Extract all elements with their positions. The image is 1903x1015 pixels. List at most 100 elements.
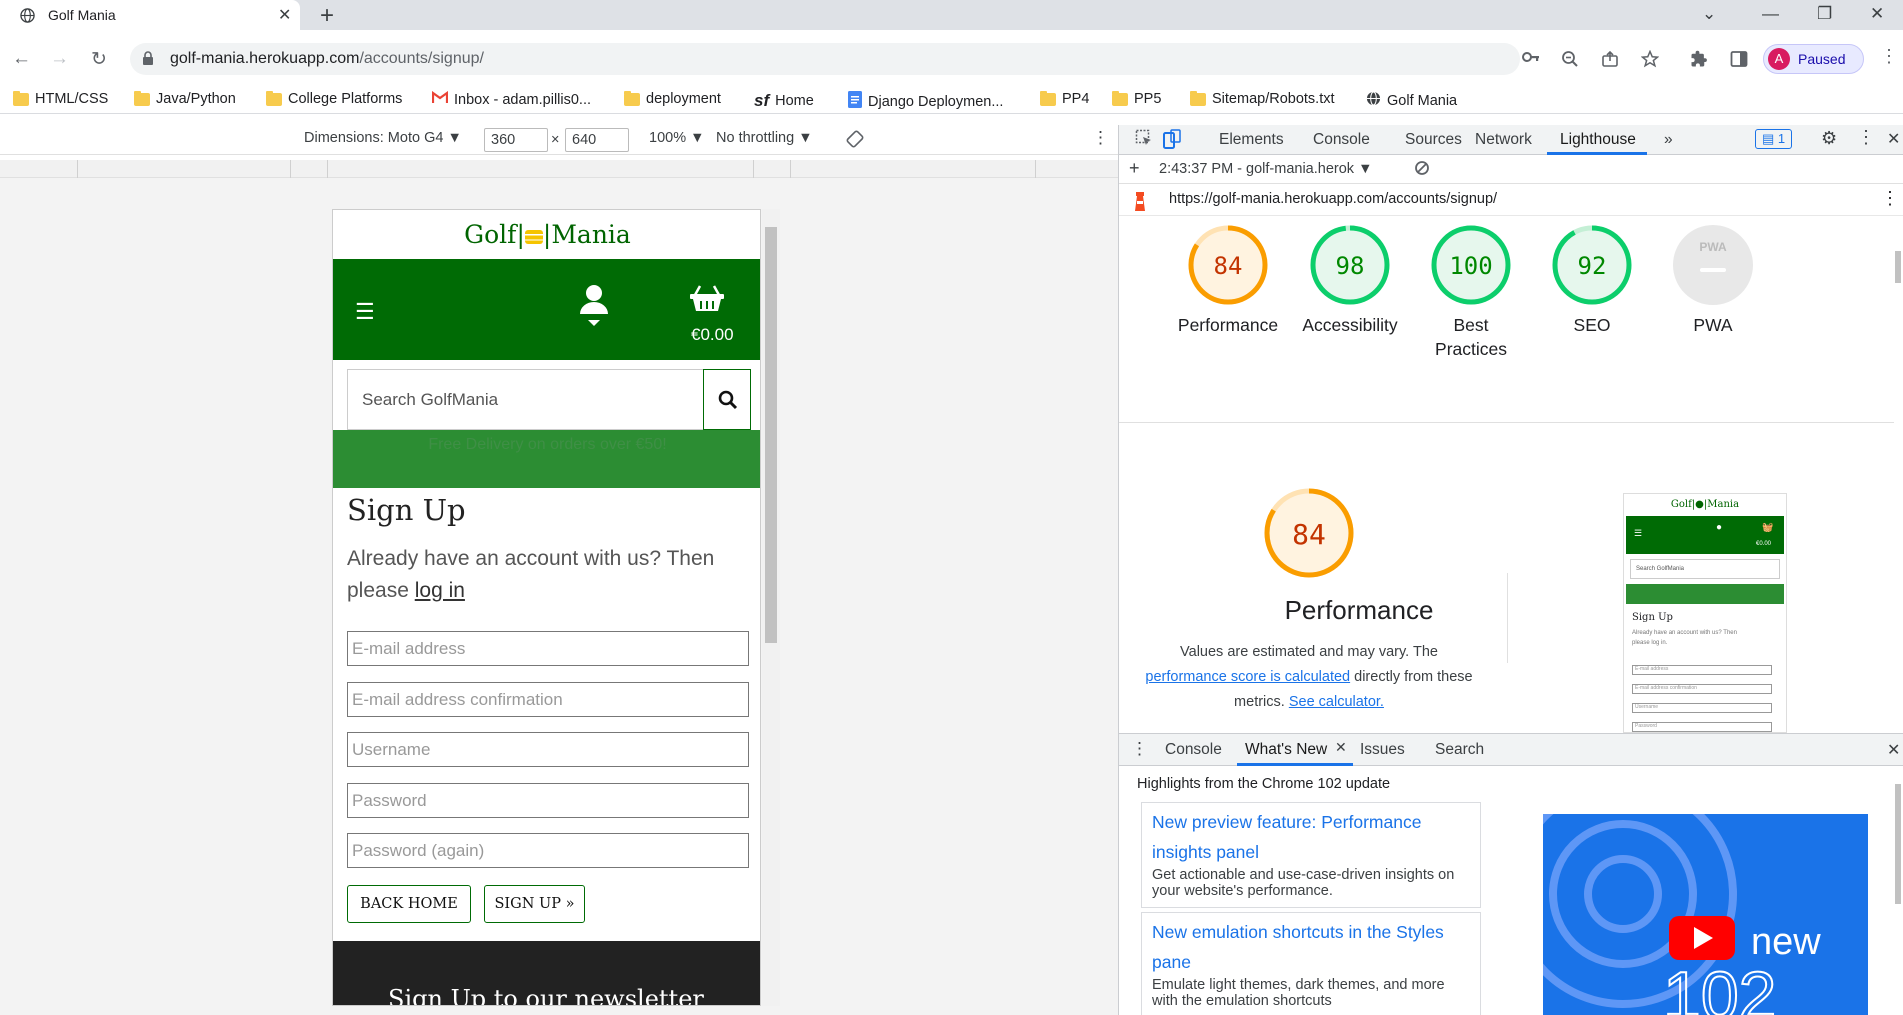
drawer-scrollbar[interactable] bbox=[1894, 784, 1902, 904]
drawer-tab-issues[interactable]: Issues bbox=[1360, 741, 1405, 759]
whats-new-card[interactable]: New emulation shortcuts in the Styles pa… bbox=[1141, 912, 1481, 1015]
gauge-best-practices[interactable]: 100 Best Practices bbox=[1416, 224, 1526, 361]
device-select[interactable]: Dimensions: Moto G4 ▼ bbox=[304, 130, 462, 146]
page-screenshot-thumbnail[interactable]: Golf|●|Mania ☰ ● 🧺 €0.00 Search GolfMani… bbox=[1623, 493, 1787, 733]
report-select[interactable]: 2:43:37 PM - golf-mania.herok ▼ bbox=[1159, 161, 1372, 177]
back-icon[interactable]: ← bbox=[12, 48, 31, 70]
bookmark-java-python[interactable]: Java/Python bbox=[134, 90, 236, 107]
bookmark-deployment[interactable]: deployment bbox=[624, 90, 721, 107]
device-mode-icon[interactable] bbox=[1163, 129, 1181, 154]
report-menu-icon[interactable]: ⋮ bbox=[1881, 188, 1899, 209]
bookmark-star-icon[interactable] bbox=[1640, 49, 1660, 71]
devtools-menu-icon[interactable]: ⋮ bbox=[1857, 127, 1875, 148]
login-link[interactable]: log in bbox=[415, 579, 465, 602]
site-search-input[interactable]: Search GolfMania bbox=[347, 369, 751, 430]
more-tabs-icon[interactable]: » bbox=[1664, 131, 1673, 149]
address-bar[interactable]: golf-mania.herokuapp.com/accounts/signup… bbox=[130, 43, 1520, 75]
chrome-102-promo-image[interactable]: new 102 bbox=[1543, 814, 1868, 1015]
rotate-icon[interactable] bbox=[846, 130, 864, 152]
email-field[interactable]: E-mail address bbox=[347, 631, 749, 666]
card-title[interactable]: New emulation shortcuts in the Styles pa… bbox=[1152, 917, 1470, 977]
password-again-field[interactable]: Password (again) bbox=[347, 833, 749, 868]
bookmark-sitemap[interactable]: Sitemap/Robots.txt bbox=[1190, 90, 1335, 107]
viewport-width-input[interactable]: 360 bbox=[484, 128, 548, 152]
card-title[interactable]: New preview feature: Performance insight… bbox=[1152, 807, 1470, 867]
new-report-icon[interactable]: + bbox=[1129, 158, 1140, 179]
report-url[interactable]: https://golf-mania.herokuapp.com/account… bbox=[1169, 191, 1497, 207]
viewport-height-input[interactable]: 640 bbox=[565, 128, 629, 152]
chrome-menu-icon[interactable]: ⋮ bbox=[1880, 46, 1898, 67]
globe-icon bbox=[1366, 91, 1381, 110]
reload-icon[interactable]: ↻ bbox=[91, 48, 107, 71]
back-home-button[interactable]: BACK HOME bbox=[347, 885, 471, 923]
close-window-icon[interactable]: ✕ bbox=[1870, 4, 1884, 24]
basket-icon[interactable] bbox=[689, 284, 725, 315]
profile-button[interactable]: A Paused bbox=[1763, 44, 1864, 74]
bookmark-inbox[interactable]: Inbox - adam.pillis0... bbox=[431, 90, 591, 108]
close-drawer-icon[interactable]: ✕ bbox=[1887, 740, 1900, 760]
device-scrollbar[interactable] bbox=[762, 209, 780, 1006]
browser-tab[interactable]: Golf Mania ✕ bbox=[0, 0, 300, 30]
tab-lighthouse[interactable]: Lighthouse bbox=[1560, 131, 1636, 149]
menu-icon[interactable]: ☰ bbox=[355, 299, 375, 325]
throttling-select[interactable]: No throttling ▼ bbox=[716, 130, 813, 146]
gauge-seo[interactable]: 92 SEO bbox=[1537, 224, 1647, 337]
gauge-performance[interactable]: 84 Performance bbox=[1173, 224, 1283, 337]
bookmark-pp4[interactable]: PP4 bbox=[1040, 90, 1089, 107]
zoom-icon[interactable] bbox=[1561, 50, 1579, 71]
clear-icon[interactable] bbox=[1414, 160, 1430, 180]
tab-sources[interactable]: Sources bbox=[1405, 131, 1462, 149]
menu-icon: ☰ bbox=[1634, 528, 1643, 538]
site-logo[interactable]: Golf| |Mania bbox=[333, 210, 760, 260]
side-panel-icon[interactable] bbox=[1730, 50, 1748, 71]
tab-search-icon[interactable]: ⌄ bbox=[1702, 4, 1716, 24]
username-field[interactable]: Username bbox=[347, 732, 749, 767]
restore-icon[interactable]: ❐ bbox=[1817, 4, 1832, 24]
gauge-pwa[interactable]: PWA PWA bbox=[1658, 224, 1768, 337]
close-tab-icon[interactable]: ✕ bbox=[1335, 739, 1347, 756]
calculator-link[interactable]: See calculator. bbox=[1289, 694, 1384, 710]
account-icon[interactable] bbox=[579, 284, 609, 329]
bookmark-college-platforms[interactable]: College Platforms bbox=[266, 90, 402, 107]
bookmark-django-deployment[interactable]: Django Deploymen... bbox=[848, 91, 1003, 112]
signup-intro: Already have an account with us? Then pl… bbox=[347, 547, 715, 602]
settings-gear-icon[interactable]: ⚙ bbox=[1821, 128, 1837, 149]
bookmark-pp5[interactable]: PP5 bbox=[1112, 90, 1161, 107]
sign-up-button[interactable]: SIGN UP » bbox=[484, 885, 585, 923]
whats-new-card[interactable]: New preview feature: Performance insight… bbox=[1141, 802, 1481, 908]
issues-badge[interactable]: ▤ 1 bbox=[1755, 129, 1793, 149]
close-tab-icon[interactable]: ✕ bbox=[278, 5, 291, 25]
key-icon[interactable] bbox=[1522, 50, 1540, 67]
lighthouse-scrollbar[interactable] bbox=[1894, 251, 1902, 723]
newsletter-heading: Sign Up to our newsletter bbox=[388, 985, 704, 1006]
drawer-menu-icon[interactable]: ⋮ bbox=[1131, 739, 1148, 759]
lock-icon[interactable] bbox=[142, 51, 154, 69]
inspect-icon[interactable] bbox=[1135, 129, 1153, 152]
forward-icon[interactable]: → bbox=[50, 48, 69, 70]
search-button[interactable] bbox=[703, 369, 751, 430]
drawer-tab-console[interactable]: Console bbox=[1165, 741, 1222, 759]
cart-total[interactable]: €0.00 bbox=[691, 325, 734, 345]
tab-elements[interactable]: Elements bbox=[1219, 131, 1284, 149]
device-more-icon[interactable]: ⋮ bbox=[1092, 128, 1109, 148]
drawer-tab-search[interactable]: Search bbox=[1435, 741, 1484, 759]
extensions-icon[interactable] bbox=[1690, 50, 1708, 71]
bookmark-golf-mania[interactable]: Golf Mania bbox=[1366, 91, 1457, 110]
bookmark-html-css[interactable]: HTML/CSS bbox=[13, 90, 108, 107]
devtools-panel: Elements Console Sources Network Lightho… bbox=[1118, 125, 1903, 1015]
gauge-accessibility[interactable]: 98 Accessibility bbox=[1295, 224, 1405, 337]
drawer-tab-whats-new[interactable]: What's New bbox=[1245, 741, 1327, 759]
avatar: A bbox=[1768, 48, 1790, 70]
zoom-select[interactable]: 100% ▼ bbox=[649, 130, 704, 146]
email-confirm-field[interactable]: E-mail address confirmation bbox=[347, 682, 749, 717]
tab-network[interactable]: Network bbox=[1475, 131, 1532, 149]
minimize-icon[interactable]: — bbox=[1762, 4, 1779, 24]
media-query-ruler[interactable] bbox=[0, 160, 1118, 178]
new-tab-icon[interactable]: + bbox=[320, 2, 334, 30]
password-field[interactable]: Password bbox=[347, 783, 749, 818]
score-calculation-link[interactable]: performance score is calculated bbox=[1145, 669, 1350, 685]
tab-console[interactable]: Console bbox=[1313, 131, 1370, 149]
bookmark-home[interactable]: sf Home bbox=[754, 91, 814, 111]
close-devtools-icon[interactable]: ✕ bbox=[1887, 129, 1900, 149]
share-icon[interactable] bbox=[1601, 50, 1619, 71]
